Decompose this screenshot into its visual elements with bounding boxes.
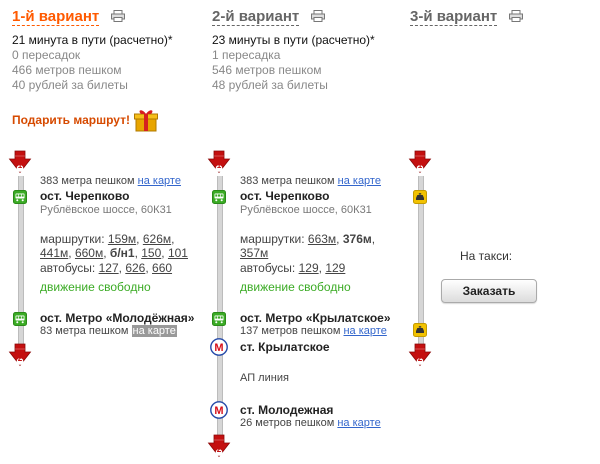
gift-icon <box>133 110 158 132</box>
walk-distance: 546 метров пешком <box>212 63 322 77</box>
map-link[interactable]: на карте <box>343 325 386 337</box>
minibus-routes-cont: 441м, 660м, б/н1, 150, 101 <box>40 246 188 260</box>
metro-station: ст. Молодежная <box>240 403 334 417</box>
end-marker-label: 2 <box>17 354 23 363</box>
variant-3-title[interactable]: 3-й вариант <box>410 8 498 26</box>
variant-1-summary: 21 минута в пути (расчетно)* 0 пересадок… <box>12 33 173 93</box>
stop-name: ост. Метро «Крылатское» <box>240 311 391 325</box>
travel-time: 21 минута в пути (расчетно)* <box>12 33 173 47</box>
walk-segment: 26 метров пешком на карте <box>240 417 381 430</box>
taxi-icon <box>413 323 427 337</box>
transfers: 1 пересадка <box>212 48 281 62</box>
walk-text: 83 метра пешком <box>40 325 129 337</box>
traffic-status: движение свободно <box>40 280 151 294</box>
variant-2-summary: 23 минуты в пути (расчетно)* 1 пересадка… <box>212 33 375 93</box>
print-icon[interactable] <box>509 10 523 22</box>
gift-route-link[interactable]: Подарить маршрут! <box>12 106 159 134</box>
order-taxi-button[interactable]: Заказать <box>441 279 537 303</box>
route-number[interactable]: 441м <box>40 246 68 260</box>
walk-distance: 466 метров пешком <box>12 63 122 77</box>
bus-stop-icon <box>212 312 226 326</box>
variant-3-tab[interactable]: 3-й вариант <box>410 8 523 26</box>
bus-prefix: автобусы: <box>40 261 96 275</box>
taxi-icon <box>413 190 427 204</box>
taxi-label: На такси: <box>460 249 513 263</box>
map-link[interactable]: на карте <box>131 325 177 337</box>
minibus-routes: маршрутки: 159м, 626м, <box>40 232 175 246</box>
variant-1-tab[interactable]: 1-й вариант <box>12 8 125 26</box>
start-marker-label: 1 <box>17 161 23 170</box>
route-number: 376м <box>342 232 372 246</box>
ticket-cost: 40 рублей за билеты <box>12 78 128 92</box>
stop-road: Рублёвское шоссе, 60К31 <box>240 204 372 216</box>
minibus-routes: маршрутки: 663м, 376м, <box>240 232 376 246</box>
map-link[interactable]: на карте <box>337 417 380 429</box>
end-marker-label: 2 <box>417 354 423 363</box>
metro-line: АП линия <box>240 372 289 384</box>
bus-stop-icon <box>212 190 226 204</box>
walk-text: 383 метра пешком <box>240 175 335 187</box>
stop-road: Рублёвское шоссе, 60К31 <box>40 204 172 216</box>
bus-prefix: автобусы: <box>240 261 296 275</box>
travel-time: 23 минуты в пути (расчетно)* <box>212 33 375 47</box>
route-number[interactable]: 129 <box>325 261 345 275</box>
route-number[interactable]: 660м <box>75 246 103 260</box>
traffic-status: движение свободно <box>240 280 351 294</box>
walk-segment: 383 метра пешком на карте <box>240 175 381 188</box>
start-marker-label: 1 <box>417 161 423 170</box>
route-number[interactable]: 101 <box>168 246 188 260</box>
bus-stop-icon <box>13 312 27 326</box>
minibus-routes-cont: 357м <box>240 246 268 260</box>
metro-icon <box>210 401 228 419</box>
route-line <box>217 176 223 438</box>
route-number[interactable]: 129 <box>299 261 319 275</box>
route-number: б/н1 <box>109 246 135 260</box>
stop-name: ост. Черепково <box>40 189 130 203</box>
walk-text: 26 метров пешком <box>240 417 335 429</box>
route-number[interactable]: 357м <box>240 246 268 260</box>
variant-2-title[interactable]: 2-й вариант <box>212 8 300 26</box>
route-number[interactable]: 159м <box>108 232 136 246</box>
bus-routes: автобусы: 129, 129 <box>240 261 346 275</box>
route-number[interactable]: 626 <box>125 261 145 275</box>
bus-routes: автобусы: 127, 626, 660 <box>40 261 173 275</box>
walk-text: 137 метров пешком <box>240 325 341 337</box>
stop-name: ост. Метро «Молодёжная» <box>40 311 195 325</box>
walk-text: 383 метра пешком <box>40 175 135 187</box>
gift-route-label[interactable]: Подарить маршрут! <box>12 113 130 127</box>
variant-2-tab[interactable]: 2-й вариант <box>212 8 325 26</box>
metro-icon <box>210 338 228 356</box>
bus-stop-icon <box>13 190 27 204</box>
map-link[interactable]: на карте <box>338 175 381 187</box>
end-marker-label: 2 <box>216 445 222 454</box>
stop-name: ост. Черепково <box>240 189 330 203</box>
walk-segment: 383 метра пешком на карте <box>40 175 181 188</box>
route-number[interactable]: 626м <box>143 232 171 246</box>
variant-1-title[interactable]: 1-й вариант <box>12 8 100 26</box>
start-marker-label: 1 <box>216 161 222 170</box>
print-icon[interactable] <box>311 10 325 22</box>
minibus-prefix: маршрутки: <box>240 232 305 246</box>
map-link[interactable]: на карте <box>138 175 181 187</box>
transfers: 0 пересадок <box>12 48 81 62</box>
walk-segment: 137 метров пешком на карте <box>240 325 387 338</box>
walk-segment: 83 метра пешком на карте <box>40 325 177 338</box>
route-number[interactable]: 663м <box>308 232 336 246</box>
minibus-prefix: маршрутки: <box>40 232 105 246</box>
metro-station: ст. Крылатское <box>240 340 330 354</box>
route-number[interactable]: 150 <box>141 246 161 260</box>
print-icon[interactable] <box>111 10 125 22</box>
route-number[interactable]: 660 <box>152 261 172 275</box>
ticket-cost: 48 рублей за билеты <box>212 78 328 92</box>
route-number[interactable]: 127 <box>99 261 119 275</box>
